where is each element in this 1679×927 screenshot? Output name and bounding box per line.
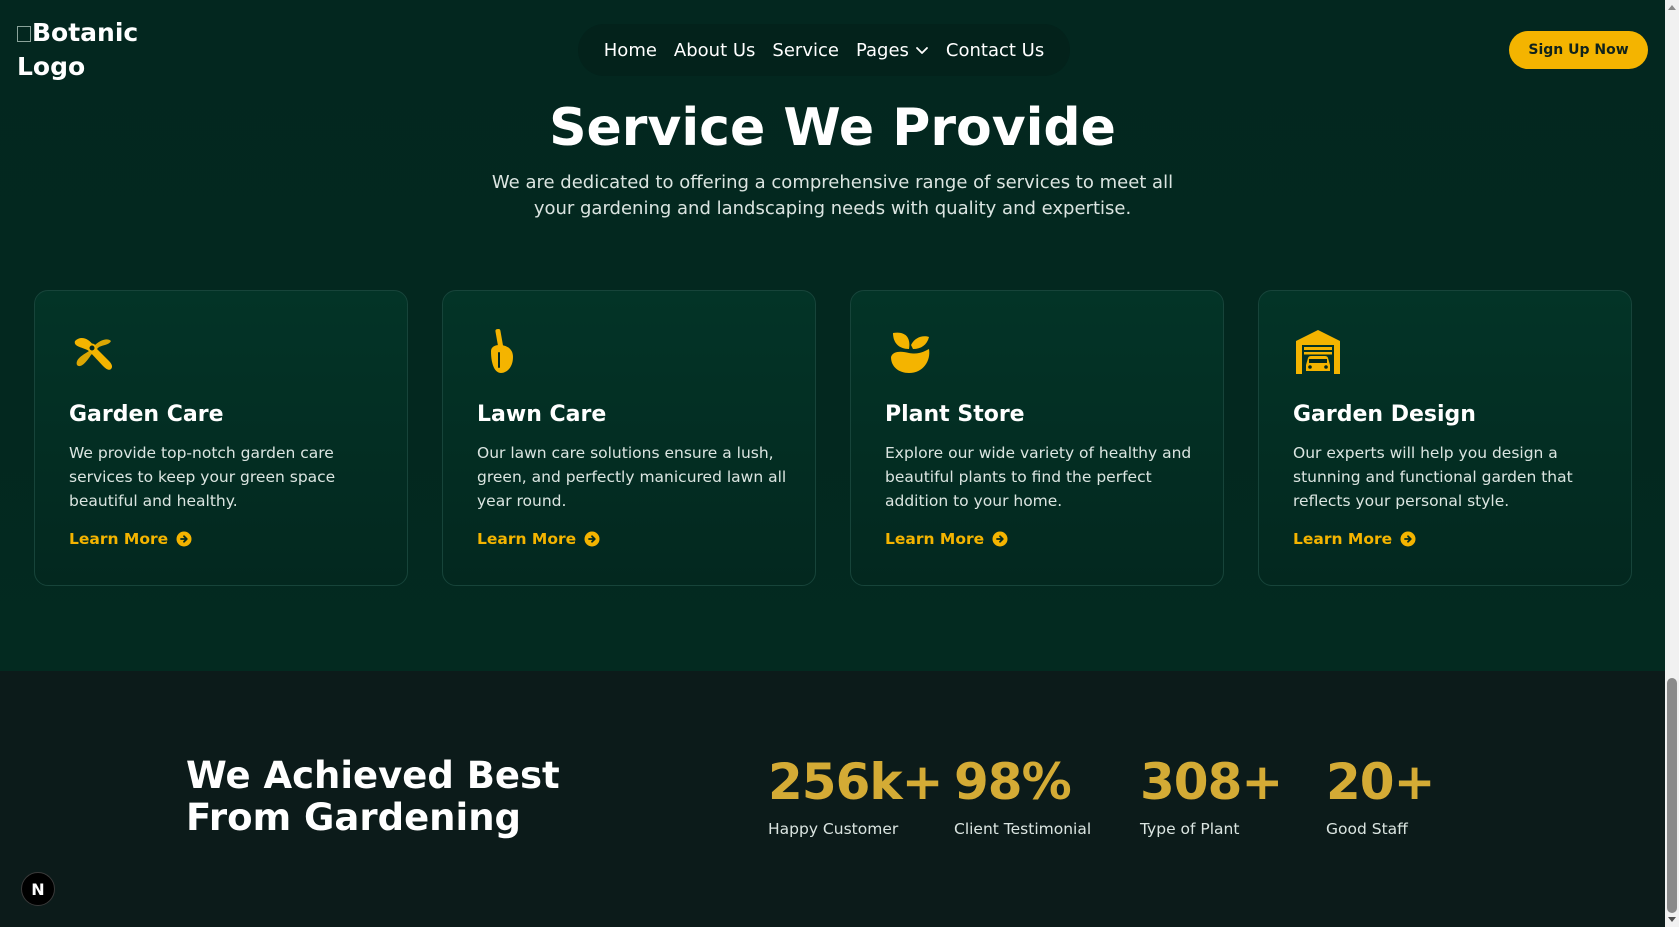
stat-label: Happy Customer [768,820,899,838]
arrow-circle-right-icon [1400,531,1416,547]
scroll-thumb[interactable] [1667,678,1677,913]
service-card-garden-care: Garden Care We provide top-notch garden … [34,290,408,586]
learn-more-link[interactable]: Learn More [69,530,192,548]
stat-value: 256k+ [768,753,944,811]
learn-more-label: Learn More [69,530,169,548]
stat-good-staff: 20+ Good Staff [1326,752,1435,838]
page: Botanic Logo Home About Us Service Pages… [0,0,1679,927]
learn-more-label: Learn More [477,530,577,548]
learn-more-label: Learn More [885,530,985,548]
learn-more-label: Learn More [1293,530,1393,548]
service-card-plant-store: Plant Store Explore our wide variety of … [850,290,1224,586]
shovel-icon [491,328,513,373]
stat-value: 98% [954,753,1072,811]
card-text: We provide top-notch garden care service… [69,444,336,510]
dev-tools-badge[interactable]: N [21,872,55,906]
arrow-circle-right-icon [176,531,192,547]
site-logo[interactable]: Botanic Logo [17,16,147,84]
stat-value: 308+ [1140,753,1283,811]
card-title: Garden Care [69,402,224,427]
nav-home-label: Home [603,39,657,61]
stat-client-testimonial: 98% Client Testimonial [954,752,1091,838]
page-scrollbar[interactable] [1665,0,1679,927]
scroll-up-arrow-icon[interactable] [1668,5,1676,10]
card-title: Lawn Care [477,402,607,427]
nav-contact-label: Contact Us [945,39,1045,61]
main-nav: Home About Us Service Pages Contact Us [578,24,1070,76]
learn-more-link[interactable]: Learn More [885,530,1008,548]
chevron-down-icon [916,47,928,54]
nav-home[interactable]: Home [604,40,657,61]
pruning-shears-icon [74,338,113,370]
card-title: Plant Store [885,402,1025,427]
stat-label: Good Staff [1326,820,1408,838]
nav-contact-us[interactable]: Contact Us [946,40,1044,61]
nav-pages[interactable]: Pages [856,40,929,61]
scroll-down-arrow-icon[interactable] [1668,917,1676,922]
broken-image-icon [17,26,31,42]
services-section: Botanic Logo Home About Us Service Pages… [0,0,1665,671]
card-text: Our lawn care solutions ensure a lush, g… [477,444,787,510]
learn-more-link[interactable]: Learn More [1293,530,1416,548]
nav-pages-label: Pages [855,39,909,61]
stat-label: Type of Plant [1140,820,1240,838]
section-description: We are dedicated to offering a comprehen… [491,172,1174,219]
nav-service-label: Service [772,39,839,61]
arrow-circle-right-icon [584,531,600,547]
learn-more-link[interactable]: Learn More [477,530,600,548]
card-text: Our experts will help you design a stunn… [1293,444,1573,510]
stat-happy-customer: 256k+ Happy Customer [768,752,944,838]
service-card-lawn-care: Lawn Care Our lawn care solutions ensure… [442,290,816,586]
section-title: Service We Provide [549,98,1116,158]
stats-heading: We Achieved Best From Gardening [186,754,560,839]
sign-up-button[interactable]: Sign Up Now [1509,31,1648,69]
logo-alt-text: Botanic Logo [17,18,139,81]
nav-about-label: About Us [673,39,756,61]
nav-about-us[interactable]: About Us [674,40,756,61]
service-card-garden-design: Garden Design Our experts will help you … [1258,290,1632,586]
card-title: Garden Design [1293,402,1476,427]
card-text: Explore our wide variety of healthy and … [885,444,1192,510]
stat-value: 20+ [1326,753,1435,811]
nav-service[interactable]: Service [772,40,839,61]
stat-label: Client Testimonial [954,820,1092,838]
plant-pot-icon [891,332,930,373]
garage-icon [1296,330,1340,374]
stat-type-of-plant: 308+ Type of Plant [1140,752,1283,838]
arrow-circle-right-icon [992,531,1008,547]
